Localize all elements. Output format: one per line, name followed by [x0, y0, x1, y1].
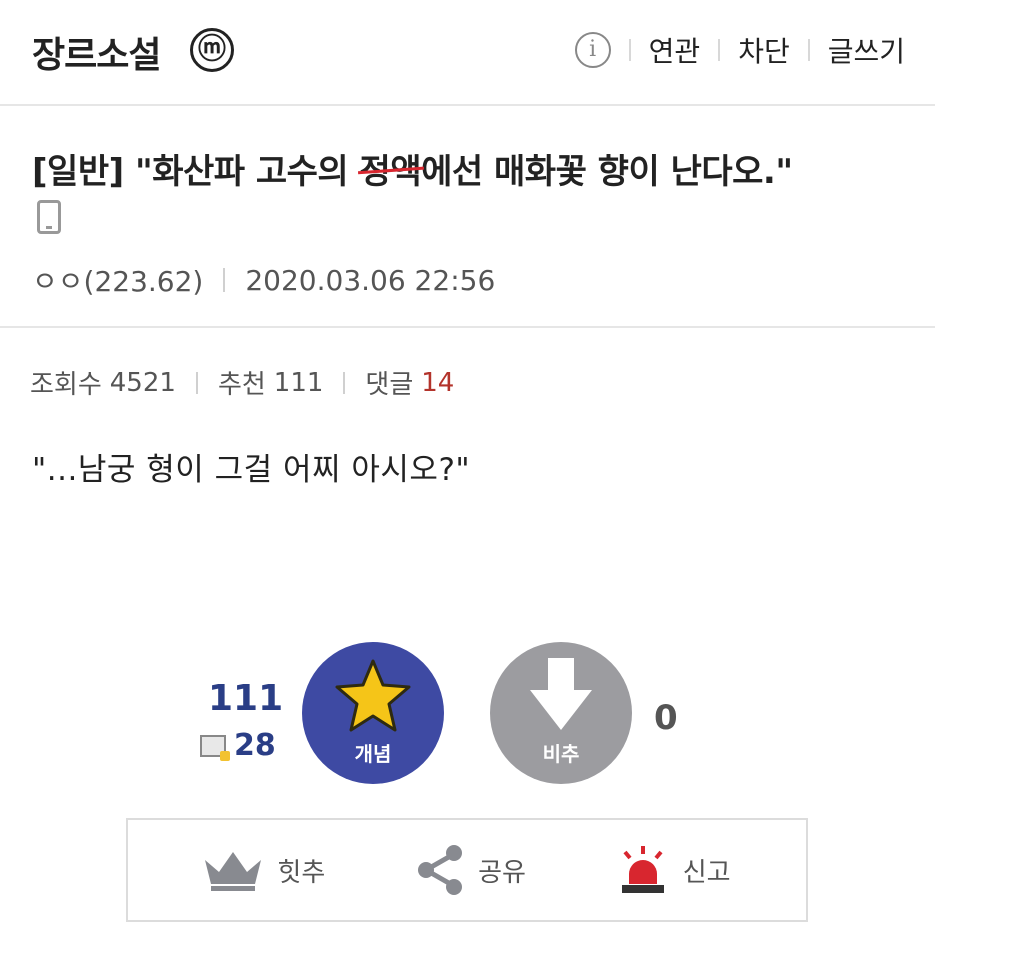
hit-recommend-button[interactable]: 힛추 [203, 848, 325, 892]
recommend-label: 추천 [217, 370, 266, 400]
hit-label: 힛추 [277, 857, 326, 888]
post-author[interactable]: ㅇㅇ(223.62) [32, 260, 203, 300]
recommend-value: 111 [273, 367, 324, 398]
divider [718, 39, 721, 61]
post-title-prefix: [일반] "화산파 고수의 [32, 152, 360, 192]
fixed-count: 28 [234, 728, 276, 763]
divider [628, 39, 631, 61]
vote-area: 111 28 개념 비추 0 [200, 642, 700, 784]
minor-gallery-badge: ⓜ [190, 28, 234, 72]
gallery-title[interactable]: 장르소설 [32, 26, 161, 78]
downvote-button[interactable]: 비추 [490, 642, 632, 784]
siren-icon [621, 846, 664, 893]
comments-value[interactable]: 14 [421, 368, 454, 398]
write-link[interactable]: 글쓰기 [828, 30, 905, 70]
post-body: "...남궁 형이 그걸 어찌 아시오?" [32, 452, 471, 488]
header-menu: i 연관 차단 글쓰기 [574, 30, 905, 70]
post-datetime: 2020.03.06 22:56 [245, 263, 496, 297]
divider [343, 371, 346, 394]
divider [223, 268, 226, 292]
arrow-down-icon [530, 658, 592, 730]
mobile-icon [37, 200, 61, 234]
related-link[interactable]: 연관 [649, 30, 701, 70]
star-icon [335, 659, 411, 732]
action-bar: 힛추 공유 신고 [126, 818, 808, 922]
divider [807, 39, 810, 61]
gallery-header: 장르소설 ⓜ i 연관 차단 글쓰기 [0, 0, 935, 106]
comments-label[interactable]: 댓글 [365, 364, 413, 401]
post-stats: 조회수 4521 추천 111 댓글 14 [30, 364, 454, 401]
fixed-user-icon [200, 734, 230, 761]
share-label: 공유 [478, 857, 526, 888]
post-title: [일반] "화산파 고수의 정액에선 매화꽃 향이 난다오." [32, 144, 793, 193]
block-link[interactable]: 차단 [738, 30, 790, 70]
crown-icon [205, 852, 262, 891]
views-label: 조회수 [30, 370, 102, 400]
report-label: 신고 [682, 857, 731, 888]
fixed-recommend: 28 [200, 728, 276, 763]
info-icon[interactable]: i [574, 32, 611, 68]
post-header: [일반] "화산파 고수의 정액에선 매화꽃 향이 난다오." ㅇㅇ(223.6… [0, 108, 935, 328]
post-title-suffix: 에선 매화꽃 향이 난다오." [421, 152, 793, 192]
report-button[interactable]: 신고 [617, 844, 731, 896]
upvote-label: 개념 [354, 742, 392, 766]
upvote-button[interactable]: 개념 [302, 642, 444, 784]
post-meta: ㅇㅇ(223.62) 2020.03.06 22:56 [32, 260, 495, 300]
divider [195, 371, 198, 394]
share-icon [418, 845, 463, 895]
share-button[interactable]: 공유 [416, 844, 526, 896]
post-title-struck-word: 정액 [360, 144, 422, 193]
downvote-label: 비추 [542, 742, 580, 766]
downvote-count: 0 [654, 698, 678, 738]
recommend-count: 111 [208, 678, 284, 719]
views-value: 4521 [109, 367, 176, 398]
